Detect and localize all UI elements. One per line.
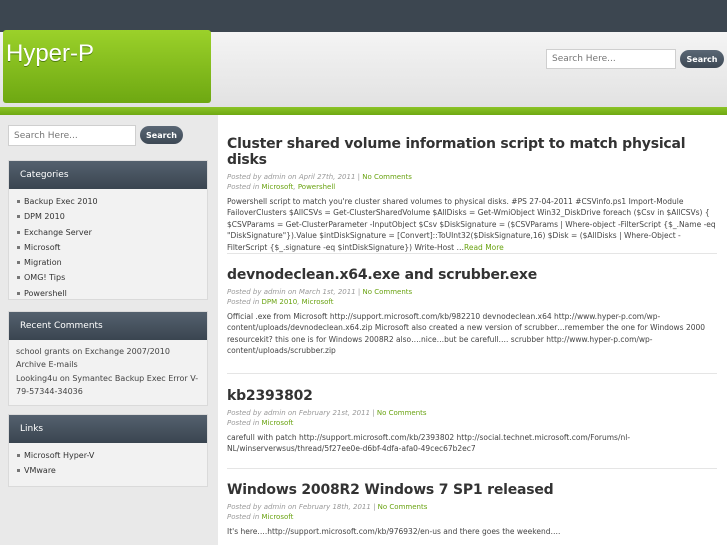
links-title: Links (9, 415, 207, 443)
comment-author[interactable]: school grants (16, 347, 70, 356)
sidebar-search-input[interactable] (8, 125, 136, 146)
post-meta: Posted by admin on April 27th, 2011 | No… (227, 173, 412, 181)
post-excerpt: Official .exe from Microsoft http://supp… (227, 312, 706, 356)
category-item[interactable]: Exchange Server (17, 225, 207, 240)
links-widget: Links Microsoft Hyper-V VMware (8, 414, 208, 487)
link-item[interactable]: VMware (17, 463, 207, 478)
comments-link[interactable]: No Comments (378, 503, 428, 511)
category-link[interactable]: Microsoft (262, 513, 294, 521)
post-title[interactable]: kb2393802 (227, 388, 717, 404)
bullet-icon (17, 261, 20, 265)
category-item[interactable]: Powershell (17, 286, 207, 301)
comments-link[interactable]: No Comments (362, 173, 412, 181)
post: devnodeclean.x64.exe and scrubber.exe Po… (227, 267, 717, 357)
post: Cluster shared volume information script… (227, 136, 717, 253)
categories-list: Backup Exec 2010 DPM 2010 Exchange Serve… (9, 189, 207, 301)
recent-comments-widget: Recent Comments school grants on Exchang… (8, 311, 208, 406)
bullet-icon (17, 291, 20, 295)
post: kb2393802 Posted by admin on February 21… (227, 388, 717, 455)
category-item[interactable]: Microsoft (17, 240, 207, 255)
category-link[interactable]: Microsoft (262, 419, 294, 427)
post-divider (227, 468, 717, 469)
post-title[interactable]: Windows 2008R2 Windows 7 SP1 released (227, 482, 717, 498)
post-divider (227, 253, 717, 254)
links-list: Microsoft Hyper-V VMware (9, 443, 207, 479)
comment-item: Looking4u on Symantec Backup Exec Error … (16, 374, 199, 396)
link-item[interactable]: Microsoft Hyper-V (17, 448, 207, 463)
bullet-icon (17, 215, 20, 219)
categories-title: Categories (9, 161, 207, 189)
post-meta: Posted by admin on February 18th, 2011 |… (227, 503, 428, 511)
top-dark-bar (0, 0, 727, 32)
category-link[interactable]: Microsoft (262, 183, 294, 191)
main-content: Cluster shared volume information script… (218, 115, 727, 545)
post-meta: Posted by admin on March 1st, 2011 | No … (227, 288, 413, 296)
comments-link[interactable]: No Comments (377, 409, 427, 417)
sidebar-search-button[interactable]: Search (140, 126, 183, 144)
post-meta: Posted by admin on February 21st, 2011 |… (227, 409, 427, 417)
category-item[interactable]: OMG! Tips (17, 270, 207, 285)
recent-comments-title: Recent Comments (9, 312, 207, 340)
category-item[interactable]: DPM 2010 (17, 209, 207, 224)
post-categories: Posted in DPM 2010, Microsoft (227, 298, 334, 306)
category-item[interactable]: Migration (17, 255, 207, 270)
bullet-icon (17, 200, 20, 203)
bullet-icon (17, 454, 20, 457)
sidebar: Search Categories Backup Exec 2010 DPM 2… (0, 115, 218, 545)
post-categories: Posted in Microsoft (227, 513, 294, 521)
post-excerpt: Powershell script to match you're cluste… (227, 197, 716, 252)
category-item[interactable]: Backup Exec 2010 (17, 194, 207, 209)
bullet-icon (17, 276, 20, 280)
bullet-icon (17, 469, 20, 473)
bullet-icon (17, 230, 20, 234)
category-link[interactable]: DPM 2010 (262, 298, 298, 306)
read-more-link[interactable]: Read More (464, 243, 504, 252)
comment-author[interactable]: Looking4u (16, 374, 57, 383)
post-divider (227, 373, 717, 374)
post-title[interactable]: Cluster shared volume information script… (227, 136, 717, 168)
header-search-input[interactable] (546, 49, 676, 69)
post: Windows 2008R2 Windows 7 SP1 released Po… (227, 482, 717, 537)
nav-green-bar (0, 107, 727, 115)
site-title[interactable]: Hyper-P (6, 40, 94, 68)
post-categories: Posted in Microsoft (227, 419, 294, 427)
header-search-button[interactable]: Search (680, 50, 724, 68)
post-categories: Posted in Microsoft, Powershell (227, 183, 336, 191)
category-link[interactable]: Powershell (298, 183, 335, 191)
categories-widget: Categories Backup Exec 2010 DPM 2010 Exc… (8, 160, 208, 300)
bullet-icon (17, 245, 20, 249)
category-link[interactable]: Microsoft (302, 298, 334, 306)
comments-link[interactable]: No Comments (363, 288, 413, 296)
post-title[interactable]: devnodeclean.x64.exe and scrubber.exe (227, 267, 717, 283)
post-excerpt: carefull with patch http://support.micro… (227, 433, 631, 454)
comment-item: school grants on Exchange 2007/2010 Arch… (16, 347, 170, 369)
post-excerpt: It's here….http://support.microsoft.com/… (227, 527, 561, 536)
recent-comments-list: school grants on Exchange 2007/2010 Arch… (9, 340, 207, 398)
